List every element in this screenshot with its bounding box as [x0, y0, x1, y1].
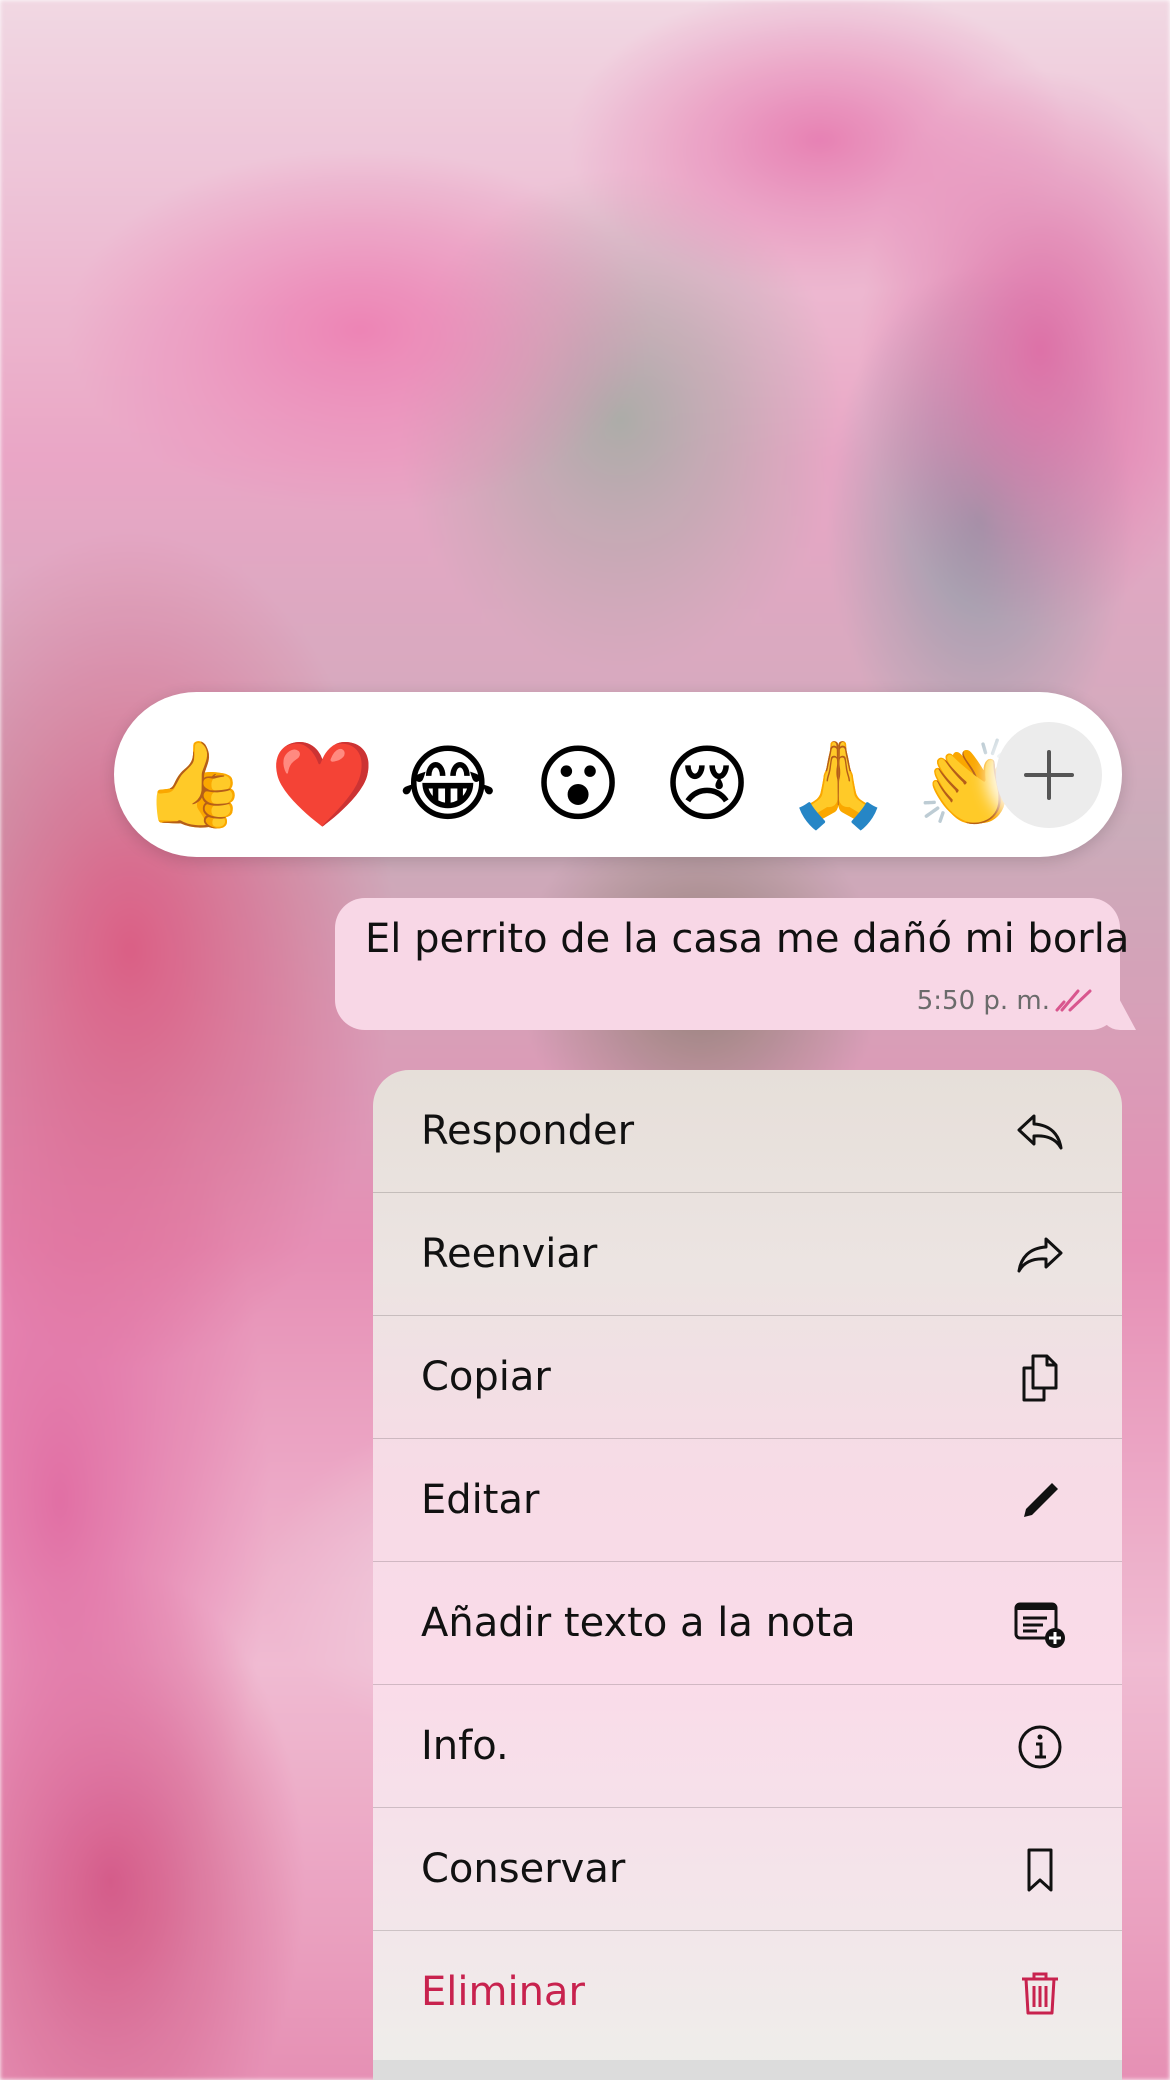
- message-time: 5:50 p. m.: [916, 986, 1050, 1016]
- context-menu: Responder Reenviar Copiar Editar Añadir …: [373, 1070, 1122, 2080]
- menu-item-label: Info.: [421, 1723, 509, 1769]
- menu-item-label: Copiar: [421, 1354, 551, 1400]
- menu-item-add-to-note[interactable]: Añadir texto a la nota: [373, 1562, 1122, 1685]
- reaction-crying[interactable]: 😢: [657, 734, 757, 834]
- reaction-praying-hands[interactable]: 🙏: [786, 734, 891, 834]
- menu-item-delete[interactable]: Eliminar: [373, 1931, 1122, 2054]
- menu-item-label: Eliminar: [421, 1969, 585, 2015]
- menu-item-label: Editar: [421, 1477, 540, 1523]
- reaction-surprised[interactable]: 😮: [528, 734, 628, 834]
- menu-item-label: Reenviar: [421, 1231, 598, 1277]
- reply-icon: [1017, 1114, 1063, 1150]
- reaction-tears-of-joy[interactable]: 😂: [398, 734, 498, 834]
- menu-item-label: Responder: [421, 1108, 635, 1154]
- message-bubble[interactable]: El perrito de la casa me dañó mi borla 5…: [335, 898, 1136, 1030]
- add-note-icon: [1014, 1602, 1065, 1648]
- pencil-icon: [1024, 1483, 1058, 1517]
- message-text: El perrito de la casa me dañó mi borla: [365, 916, 1130, 962]
- trash-icon: [1022, 1972, 1058, 2015]
- menu-item-keep[interactable]: Conservar: [373, 1808, 1122, 1931]
- menu-item-forward[interactable]: Reenviar: [373, 1193, 1122, 1316]
- reaction-red-heart[interactable]: ❤️: [270, 734, 375, 834]
- reaction-bar: 👍 ❤️ 😂 😮 😢 🙏 👏: [114, 692, 1122, 857]
- menu-item-edit[interactable]: Editar: [373, 1439, 1122, 1562]
- menu-bottom-edge: [373, 2060, 1122, 2080]
- menu-item-reply[interactable]: Responder: [373, 1070, 1122, 1193]
- menu-item-info[interactable]: Info.: [373, 1685, 1122, 1808]
- menu-item-label: Conservar: [421, 1846, 626, 1892]
- bookmark-icon: [1027, 1848, 1053, 1892]
- more-reactions-button[interactable]: [996, 722, 1102, 828]
- menu-item-copy[interactable]: Copiar: [373, 1316, 1122, 1439]
- info-icon: [1018, 1725, 1062, 1769]
- reaction-thumbs-up[interactable]: 👍: [142, 734, 247, 834]
- forward-icon: [1017, 1237, 1063, 1273]
- copy-icon: [1022, 1354, 1058, 1402]
- double-check-icon: [1055, 989, 1092, 1012]
- menu-item-label: Añadir texto a la nota: [421, 1600, 856, 1646]
